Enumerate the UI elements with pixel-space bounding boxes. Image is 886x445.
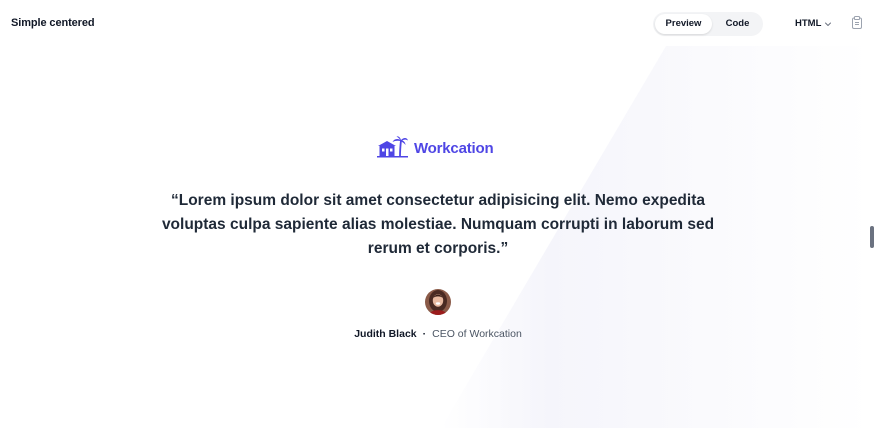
author-role: CEO of Workcation xyxy=(432,328,522,340)
tab-preview[interactable]: Preview xyxy=(655,14,712,34)
resize-handle[interactable] xyxy=(870,226,874,248)
testimonial-author: Judith Black · CEO of Workcation xyxy=(211,328,665,340)
chevron-down-icon xyxy=(825,22,832,26)
logo-text: Workcation xyxy=(414,139,494,157)
view-toggle: Preview Code xyxy=(653,12,763,36)
brand-logo: Workcation xyxy=(377,136,494,158)
clipboard-icon[interactable] xyxy=(851,16,863,29)
tab-code[interactable]: Code xyxy=(714,14,761,34)
preview-canvas: Workcation “Lorem ipsum dolor sit amet c… xyxy=(11,46,865,428)
top-bar: Simple centered Preview Code HTML xyxy=(0,0,886,46)
language-select[interactable]: HTML xyxy=(795,18,832,29)
testimonial-quote: “Lorem ipsum dolor sit amet consectetur … xyxy=(161,192,715,257)
house-palm-icon xyxy=(377,136,408,158)
example-title: Simple centered xyxy=(11,17,95,29)
separator-dot: · xyxy=(422,328,427,340)
author-name: Judith Black xyxy=(354,328,417,340)
avatar xyxy=(425,289,451,315)
language-label: HTML xyxy=(795,18,822,29)
